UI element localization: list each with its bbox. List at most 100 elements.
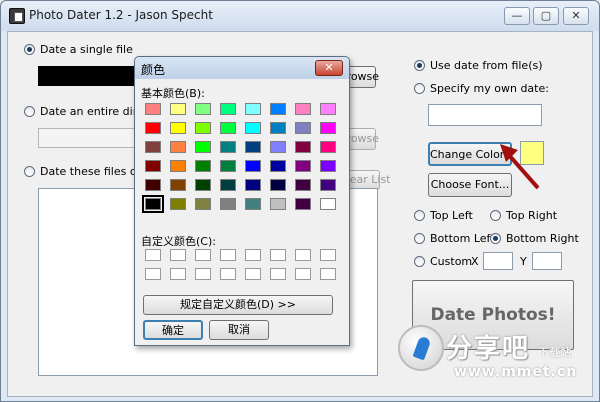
custom-color-swatch[interactable] [270, 249, 286, 261]
y-label: Y [520, 255, 527, 268]
top-left-radio[interactable] [414, 210, 425, 221]
basic-color-swatch[interactable] [145, 103, 161, 115]
basic-color-swatch[interactable] [270, 141, 286, 153]
basic-color-swatch[interactable] [295, 122, 311, 134]
y-coordinate-input[interactable] [532, 252, 562, 270]
basic-color-swatch[interactable] [270, 179, 286, 191]
basic-color-swatch[interactable] [270, 103, 286, 115]
basic-color-swatch[interactable] [195, 122, 211, 134]
color-dialog-title-bar[interactable]: 颜色 ✕ [135, 57, 349, 79]
basic-color-swatch[interactable] [220, 103, 236, 115]
basic-color-swatch[interactable] [220, 122, 236, 134]
custom-color-swatch[interactable] [145, 268, 161, 280]
custom-color-swatch[interactable] [295, 249, 311, 261]
basic-color-swatch[interactable] [220, 141, 236, 153]
basic-color-swatch[interactable] [295, 103, 311, 115]
custom-colors-label: 自定义颜色(C): [141, 235, 216, 248]
basic-color-swatch[interactable] [320, 141, 336, 153]
single-file-label: Date a single file [40, 43, 133, 56]
custom-color-swatch[interactable] [295, 268, 311, 280]
basic-color-swatch[interactable] [195, 179, 211, 191]
basic-color-swatch[interactable] [145, 160, 161, 172]
top-right-radio[interactable] [490, 210, 501, 221]
basic-color-swatch[interactable] [320, 160, 336, 172]
basic-color-swatch[interactable] [145, 122, 161, 134]
basic-color-swatch[interactable] [195, 141, 211, 153]
basic-color-swatch[interactable] [245, 103, 261, 115]
bottom-left-radio[interactable] [414, 233, 425, 244]
basic-color-swatch[interactable] [142, 195, 164, 213]
custom-position-radio[interactable] [414, 256, 425, 267]
basic-color-swatch[interactable] [170, 141, 186, 153]
basic-color-swatch[interactable] [220, 198, 236, 210]
single-file-radio[interactable] [24, 44, 35, 55]
basic-color-swatch[interactable] [170, 160, 186, 172]
watermark-sub: 下载站 [538, 346, 571, 359]
basic-color-swatch[interactable] [320, 103, 336, 115]
basic-color-swatch[interactable] [170, 179, 186, 191]
custom-color-swatch[interactable] [170, 249, 186, 261]
custom-color-swatch[interactable] [245, 268, 261, 280]
basic-color-swatch[interactable] [245, 198, 261, 210]
basic-color-swatch[interactable] [295, 179, 311, 191]
camera-app-icon [9, 8, 25, 24]
arrow-shaft [506, 152, 540, 190]
directory-path-field[interactable] [38, 128, 138, 148]
custom-color-swatch[interactable] [220, 249, 236, 261]
cancel-button[interactable]: 取消 [209, 320, 269, 340]
custom-color-swatch[interactable] [195, 268, 211, 280]
basic-color-swatch[interactable] [295, 141, 311, 153]
custom-position-label: Custom [430, 255, 473, 268]
basic-color-swatch[interactable] [245, 122, 261, 134]
color-dialog-close-button[interactable]: ✕ [315, 60, 343, 76]
custom-color-swatch[interactable] [245, 249, 261, 261]
basic-color-swatch[interactable] [170, 198, 186, 210]
basic-color-swatch[interactable] [270, 122, 286, 134]
define-custom-colors-button[interactable]: 规定自定义颜色(D) >> [143, 295, 333, 315]
basic-color-swatch[interactable] [245, 179, 261, 191]
red-arrow-annotation [500, 144, 540, 190]
custom-color-swatch[interactable] [220, 268, 236, 280]
basic-color-swatch[interactable] [320, 179, 336, 191]
ok-button[interactable]: 确定 [143, 320, 203, 340]
specify-date-label: Specify my own date: [430, 82, 549, 95]
basic-color-swatch[interactable] [320, 198, 336, 210]
basic-color-swatch[interactable] [170, 103, 186, 115]
basic-color-swatch[interactable] [220, 179, 236, 191]
basic-color-swatch[interactable] [195, 198, 211, 210]
directory-radio[interactable] [24, 106, 35, 117]
basic-color-swatch[interactable] [195, 103, 211, 115]
basic-color-swatch[interactable] [245, 160, 261, 172]
basic-color-swatch[interactable] [320, 122, 336, 134]
color-dialog-title: 颜色 [141, 63, 166, 77]
custom-color-swatch[interactable] [145, 249, 161, 261]
basic-color-swatch[interactable] [295, 160, 311, 172]
x-coordinate-input[interactable] [483, 252, 513, 270]
title-bar[interactable]: Photo Dater 1.2 - Jason Specht — ▢ ✕ [1, 1, 599, 31]
files-only-radio[interactable] [24, 166, 35, 177]
maximize-button[interactable]: ▢ [533, 7, 559, 25]
basic-color-swatch[interactable] [270, 160, 286, 172]
basic-color-swatch[interactable] [195, 160, 211, 172]
bottom-right-radio[interactable] [490, 233, 501, 244]
single-file-path-field[interactable] [38, 66, 138, 86]
custom-color-swatch[interactable] [320, 249, 336, 261]
custom-color-swatch[interactable] [195, 249, 211, 261]
minimize-button[interactable]: — [504, 7, 530, 25]
basic-color-swatch[interactable] [270, 198, 286, 210]
basic-color-swatch[interactable] [145, 179, 161, 191]
watermark-logo-icon [398, 325, 444, 371]
custom-color-swatch[interactable] [320, 268, 336, 280]
basic-color-swatch[interactable] [295, 198, 311, 210]
custom-color-swatch[interactable] [270, 268, 286, 280]
basic-color-swatch[interactable] [245, 141, 261, 153]
x-label: X [471, 255, 479, 268]
custom-color-swatch[interactable] [170, 268, 186, 280]
basic-color-swatch[interactable] [170, 122, 186, 134]
basic-color-swatch[interactable] [145, 141, 161, 153]
specify-date-radio[interactable] [414, 83, 425, 94]
use-date-from-file-radio[interactable] [414, 60, 425, 71]
basic-color-swatch[interactable] [220, 160, 236, 172]
close-button[interactable]: ✕ [563, 7, 589, 25]
custom-date-input[interactable] [428, 104, 542, 126]
